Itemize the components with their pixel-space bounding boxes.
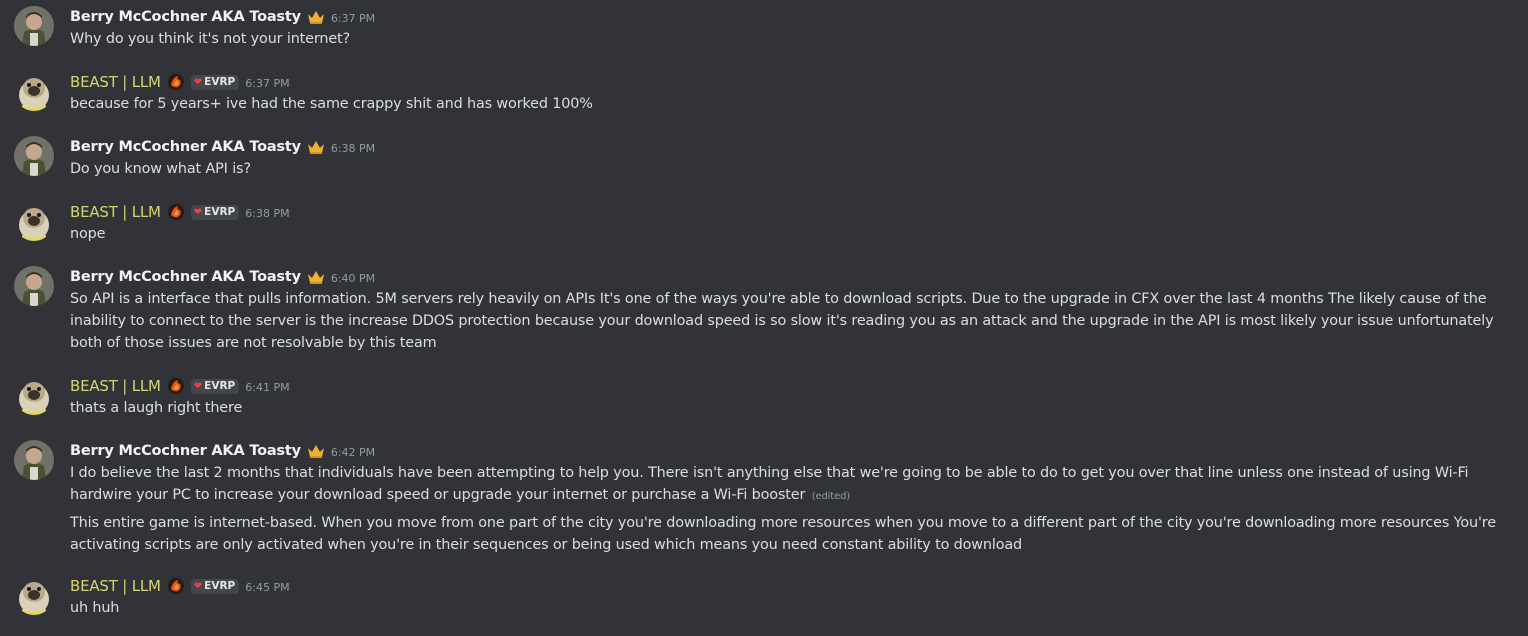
crown-icon: [307, 9, 325, 25]
timestamp[interactable]: 6:40 PM: [331, 272, 375, 285]
edited-label: (edited): [811, 491, 851, 502]
username[interactable]: BEAST | LLM: [70, 203, 161, 221]
flame-badge-icon: [167, 73, 185, 91]
message-item: Berry McCochner AKA Toasty 6:37 PM Why d…: [0, 6, 1528, 56]
heart-icon: ❤: [193, 206, 203, 218]
crown-icon: [307, 139, 325, 155]
message-text: because for 5 years+ ive had the same cr…: [70, 96, 593, 112]
timestamp[interactable]: 6:45 PM: [245, 581, 289, 594]
username[interactable]: Berry McCochner AKA Toasty: [70, 269, 301, 285]
username[interactable]: Berry McCochner AKA Toasty: [70, 139, 301, 155]
heart-icon: ❤: [193, 580, 203, 592]
server-tag: ❤ EVRP: [190, 378, 240, 394]
timestamp[interactable]: 6:38 PM: [245, 207, 289, 220]
avatar[interactable]: [14, 266, 54, 306]
avatar[interactable]: [14, 575, 54, 615]
timestamp[interactable]: 6:38 PM: [331, 142, 375, 155]
server-tag: ❤ EVRP: [190, 578, 240, 594]
avatar[interactable]: [14, 201, 54, 241]
avatar[interactable]: [14, 136, 54, 176]
message-header: BEAST | LLM ❤ EVRP 6:38 PM: [70, 201, 290, 223]
message-item: BEAST | LLM ❤ EVRP 6:45 PM uh huh: [0, 575, 1528, 625]
message-content: I do believe the last 2 months that indi…: [70, 462, 1510, 556]
message-item: Berry McCochner AKA Toasty 6:42 PM I do …: [0, 440, 1528, 556]
message-header: Berry McCochner AKA Toasty 6:40 PM: [70, 266, 375, 288]
username[interactable]: BEAST | LLM: [70, 73, 161, 91]
chat-message-list: Berry McCochner AKA Toasty 6:37 PM Why d…: [0, 0, 1528, 636]
message-content: nope: [70, 223, 1510, 245]
message-text: So API is a interface that pulls informa…: [70, 291, 1494, 351]
message-text: uh huh: [70, 600, 120, 616]
username[interactable]: Berry McCochner AKA Toasty: [70, 9, 301, 25]
message-item: BEAST | LLM ❤ EVRP 6:38 PM nope: [0, 201, 1528, 251]
message-content: Why do you think it's not your internet?: [70, 28, 1510, 50]
avatar[interactable]: [14, 375, 54, 415]
message-content: thats a laugh right there: [70, 397, 1510, 419]
message-text: thats a laugh right there: [70, 400, 243, 416]
username[interactable]: BEAST | LLM: [70, 577, 161, 595]
timestamp[interactable]: 6:41 PM: [245, 381, 289, 394]
message-text: Do you know what API is?: [70, 161, 251, 177]
message-header: BEAST | LLM ❤ EVRP 6:45 PM: [70, 575, 290, 597]
message-text: nope: [70, 226, 106, 242]
message-item: Berry McCochner AKA Toasty 6:40 PM So AP…: [0, 266, 1528, 356]
avatar[interactable]: [14, 440, 54, 480]
message-header: BEAST | LLM ❤ EVRP 6:37 PM: [70, 71, 290, 93]
flame-badge-icon: [167, 377, 185, 395]
message-content: Do you know what API is?: [70, 158, 1510, 180]
message-item: BEAST | LLM ❤ EVRP 6:37 PM because for 5 …: [0, 71, 1528, 121]
flame-badge-icon: [167, 203, 185, 221]
server-tag: ❤ EVRP: [190, 204, 240, 220]
heart-icon: ❤: [193, 380, 203, 392]
message-item: BEAST | LLM ❤ EVRP 6:41 PM thats a laugh …: [0, 375, 1528, 425]
message-text: This entire game is internet-based. When…: [70, 515, 1496, 553]
message-text: I do believe the last 2 months that indi…: [70, 462, 1510, 508]
message-header: BEAST | LLM ❤ EVRP 6:41 PM: [70, 375, 290, 397]
server-tag: ❤ EVRP: [190, 74, 240, 90]
message-item: Berry McCochner AKA Toasty 6:38 PM Do yo…: [0, 136, 1528, 186]
timestamp[interactable]: 6:37 PM: [245, 77, 289, 90]
message-content: uh huh: [70, 597, 1510, 619]
message-header: Berry McCochner AKA Toasty 6:42 PM: [70, 440, 375, 462]
timestamp[interactable]: 6:37 PM: [331, 12, 375, 25]
avatar[interactable]: [14, 6, 54, 46]
message-header: Berry McCochner AKA Toasty 6:38 PM: [70, 136, 375, 158]
message-content: So API is a interface that pulls informa…: [70, 288, 1510, 354]
timestamp[interactable]: 6:42 PM: [331, 446, 375, 459]
heart-icon: ❤: [193, 76, 203, 88]
flame-badge-icon: [167, 577, 185, 595]
crown-icon: [307, 443, 325, 459]
crown-icon: [307, 269, 325, 285]
message-header: Berry McCochner AKA Toasty 6:37 PM: [70, 6, 375, 28]
message-content: because for 5 years+ ive had the same cr…: [70, 93, 1510, 115]
message-text-line: I do believe the last 2 months that indi…: [70, 465, 1469, 503]
username[interactable]: Berry McCochner AKA Toasty: [70, 443, 301, 459]
message-text: Why do you think it's not your internet?: [70, 31, 351, 47]
username[interactable]: BEAST | LLM: [70, 377, 161, 395]
avatar[interactable]: [14, 71, 54, 111]
